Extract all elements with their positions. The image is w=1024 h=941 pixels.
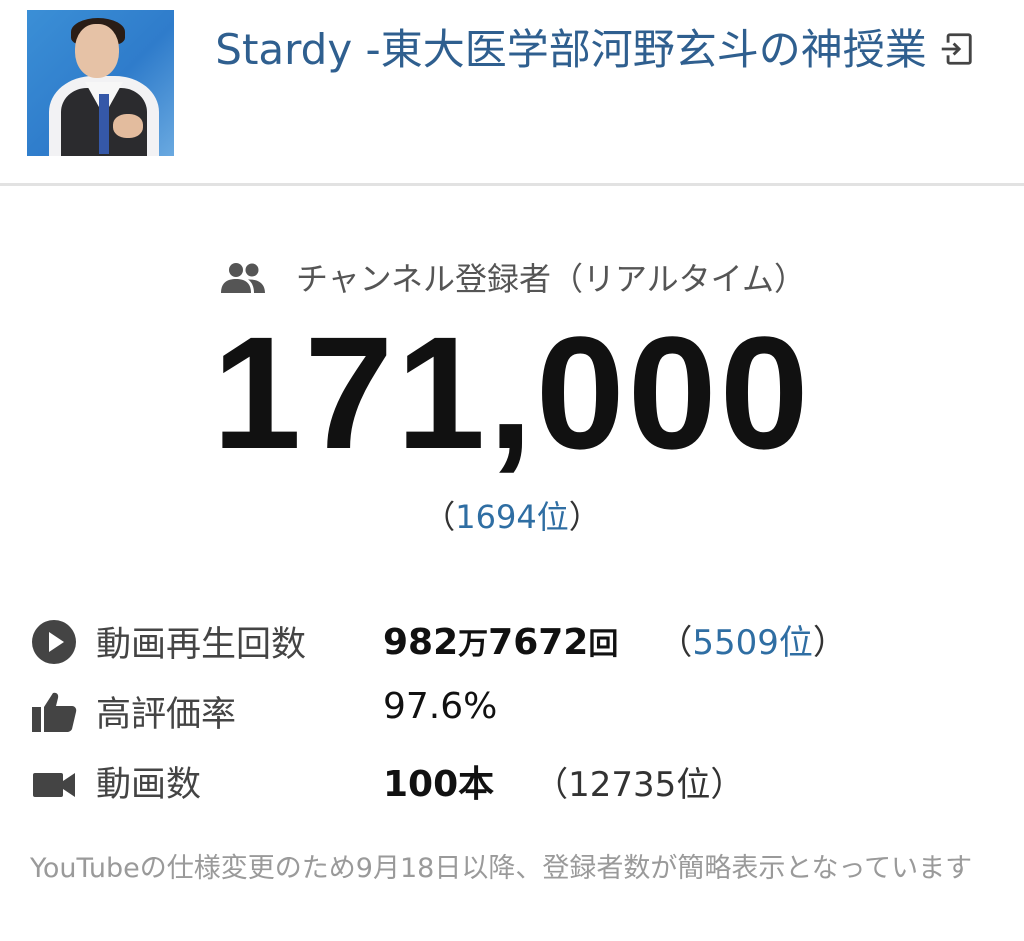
people-icon <box>220 263 265 293</box>
subscriber-rank: （1694位） <box>0 492 1024 538</box>
subscriber-label: チャンネル登録者（リアルタイム） <box>0 254 1024 300</box>
exit-icon[interactable] <box>937 30 975 68</box>
videos-value: 100本 （12735位） <box>383 755 744 807</box>
subscriber-count: 171,000 <box>212 303 812 482</box>
channel-title[interactable]: Stardy -東大医学部河野玄斗の神授業 <box>190 14 1000 86</box>
subscriber-rank-link[interactable]: 1694位 <box>455 498 568 536</box>
views-rank-link[interactable]: 5509位 <box>692 623 813 663</box>
stats-row-rating: 高評価率 97.6% <box>0 682 1024 742</box>
play-circle-icon <box>32 620 76 664</box>
rating-label: 高評価率 <box>96 695 237 735</box>
views-rank-open: （ <box>658 623 693 663</box>
subscriber-label-text: チャンネル登録者（リアルタイム） <box>295 260 807 298</box>
video-camera-icon <box>33 773 75 797</box>
videos-label: 動画数 <box>96 765 202 805</box>
stats-row-views: 動画再生回数 982万7672回 （5509位） <box>0 612 1024 672</box>
videos-count: 100本 <box>383 764 495 805</box>
rating-value: 97.6% <box>383 686 498 727</box>
views-unit-kai: 回 <box>588 627 619 662</box>
views-rank: （5509位） <box>658 623 847 663</box>
thumbs-up-icon <box>32 692 77 732</box>
channel-title-text[interactable]: Stardy -東大医学部河野玄斗の神授業 <box>215 25 926 74</box>
views-num-main: 982 <box>383 622 459 663</box>
views-num-sub: 7672 <box>488 622 589 663</box>
views-unit-man: 万 <box>458 627 489 662</box>
rank-open: （ <box>423 498 456 536</box>
spec-change-notice: YouTubeの仕様変更のため9月18日以降、登録者数が簡略表示となっています <box>30 853 973 884</box>
views-label: 動画再生回数 <box>96 625 307 665</box>
views-value: 982万7672回 （5509位） <box>383 615 847 664</box>
channel-header: Stardy -東大医学部河野玄斗の神授業 <box>0 0 1024 186</box>
videos-rank: （12735位） <box>534 765 745 805</box>
rank-close: ） <box>568 498 601 536</box>
stats-row-videos: 動画数 100本 （12735位） <box>0 752 1024 812</box>
views-rank-close: ） <box>812 623 847 663</box>
channel-avatar[interactable] <box>27 10 174 156</box>
